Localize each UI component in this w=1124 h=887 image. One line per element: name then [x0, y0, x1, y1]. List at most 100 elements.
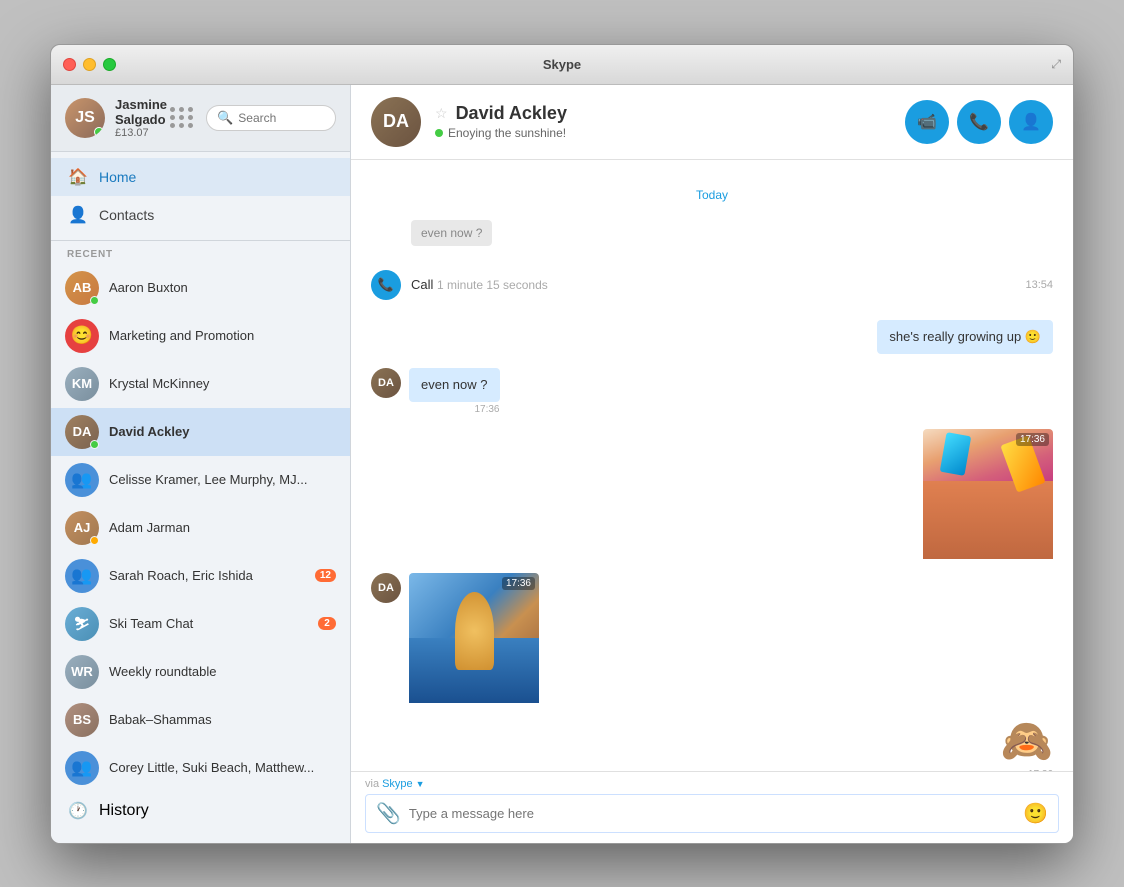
avatar: WR	[65, 655, 99, 689]
date-label: Today	[686, 188, 738, 202]
status-dot-away	[90, 536, 99, 545]
emoji-sticker: 🙈	[1001, 717, 1053, 764]
avatar: 👥	[65, 559, 99, 593]
recent-item[interactable]: 👥 Corey Little, Suki Beach, Matthew...	[51, 744, 350, 792]
avatar: 😊	[65, 319, 99, 353]
date-divider: Today	[371, 186, 1053, 204]
app-body: JS Jasmine Salgado £13.07	[51, 85, 1073, 843]
search-bar[interactable]: 🔍	[206, 105, 336, 131]
search-icon: 🔍	[217, 110, 233, 126]
recent-name: Celisse Kramer, Lee Murphy, MJ...	[109, 472, 336, 487]
unread-badge: 2	[318, 617, 336, 630]
recent-name: Weekly roundtable	[109, 664, 336, 679]
video-icon: 📹	[917, 112, 937, 132]
user-avatar: JS	[65, 98, 105, 138]
title-bar: Skype ⤢	[51, 45, 1073, 85]
recent-item[interactable]: 👥 Sarah Roach, Eric Ishida 12	[51, 552, 350, 600]
favorite-star-icon[interactable]: ☆	[435, 105, 448, 122]
user-info: Jasmine Salgado £13.07	[115, 97, 170, 139]
resize-icon: ⤢	[1051, 57, 1061, 72]
recent-name: Sarah Roach, Eric Ishida	[109, 568, 315, 583]
recent-item[interactable]: 😊 Marketing and Promotion	[51, 312, 350, 360]
app-window: Skype ⤢ JS Jasmine Salgado £13.07	[50, 44, 1074, 844]
message-input[interactable]	[409, 806, 1023, 821]
recent-label: RECENT	[51, 241, 350, 264]
system-bubble: even now ?	[411, 220, 492, 246]
message-row-sent: she's really growing up 🙂	[371, 320, 1053, 354]
recent-name: Aaron Buxton	[109, 280, 336, 295]
call-duration: 1 minute 15 seconds	[437, 278, 548, 292]
call-label: Call	[411, 277, 437, 292]
recent-item[interactable]: ⛷ Ski Team Chat 2	[51, 600, 350, 648]
message-input-row: 📎 🙂	[365, 794, 1059, 833]
image-time: 17:36	[1016, 433, 1049, 446]
recent-item[interactable]: BS Babak–Shammas	[51, 696, 350, 744]
chat-header: DA ☆ David Ackley Enoying the sunshine! …	[351, 85, 1073, 160]
image-thumbnail[interactable]	[923, 429, 1053, 559]
msg-sender-avatar: DA	[371, 368, 401, 398]
history-label: History	[99, 802, 149, 820]
history-icon: 🕐	[67, 800, 89, 822]
history-item[interactable]: 🕐 History	[51, 792, 350, 830]
call-time: 13:54	[1025, 279, 1053, 291]
recent-name: Marketing and Promotion	[109, 328, 336, 343]
emoji-button[interactable]: 🙂	[1023, 801, 1048, 826]
avatar: AB	[65, 271, 99, 305]
chat-contact-avatar: DA	[371, 97, 421, 147]
image-thumbnail[interactable]	[409, 573, 539, 703]
paperclip-icon: 📎	[376, 803, 401, 825]
phone-icon: 📞	[969, 112, 989, 132]
recent-item[interactable]: AB Aaron Buxton	[51, 264, 350, 312]
image-time: 17:36	[502, 577, 535, 590]
contact-online-dot	[435, 129, 443, 137]
nav-section: 🏠 Home 👤 Contacts	[51, 152, 350, 241]
home-icon: 🏠	[67, 166, 89, 188]
chat-input-area: via Skype ▼ 📎 🙂	[351, 771, 1073, 843]
avatar: 👥	[65, 463, 99, 497]
recent-list: AB Aaron Buxton 😊 Marketing and Promotio…	[51, 264, 350, 843]
nav-item-home[interactable]: 🏠 Home	[51, 158, 350, 196]
contacts-label: Contacts	[99, 207, 154, 223]
minimize-button[interactable]	[83, 58, 96, 71]
sidebar: JS Jasmine Salgado £13.07	[51, 85, 351, 843]
emoji-sticker-row: 🙈 17:36	[371, 717, 1053, 766]
message-bubble: she's really growing up 🙂	[877, 320, 1053, 354]
contacts-icon: 👤	[67, 204, 89, 226]
recent-item[interactable]: AJ Adam Jarman	[51, 504, 350, 552]
user-profile: JS Jasmine Salgado £13.07	[51, 85, 350, 152]
user-online-dot	[94, 127, 104, 137]
call-record: 📞 Call 1 minute 15 seconds 13:54	[371, 264, 1053, 306]
video-call-button[interactable]: 📹	[905, 100, 949, 144]
nav-item-contacts[interactable]: 👤 Contacts	[51, 196, 350, 234]
via-skype: Skype	[382, 778, 413, 790]
maximize-button[interactable]	[103, 58, 116, 71]
message-row-received: DA even now ? 17:36	[371, 368, 1053, 415]
message-bubble: even now ?	[409, 368, 500, 402]
add-contact-button[interactable]: 👤	[1009, 100, 1053, 144]
unread-badge: 12	[315, 569, 336, 582]
header-actions: 📹 📞 👤	[905, 100, 1053, 144]
status-dot-online	[90, 296, 99, 305]
chat-contact-name: David Ackley	[456, 103, 567, 124]
search-input[interactable]	[238, 111, 325, 125]
close-button[interactable]	[63, 58, 76, 71]
avatar: 👥	[65, 751, 99, 785]
recent-item[interactable]: WR Weekly roundtable	[51, 648, 350, 696]
recent-item-david-ackley[interactable]: DA David Ackley	[51, 408, 350, 456]
recent-item[interactable]: KM Krystal McKinney	[51, 360, 350, 408]
dropdown-arrow[interactable]: ▼	[416, 779, 425, 789]
voice-call-button[interactable]: 📞	[957, 100, 1001, 144]
user-credit: £13.07	[115, 127, 170, 139]
avatar: AJ	[65, 511, 99, 545]
via-label: via Skype ▼	[365, 778, 1059, 790]
user-name: Jasmine Salgado	[115, 97, 170, 127]
home-label: Home	[99, 169, 136, 185]
attach-button[interactable]: 📎	[376, 801, 401, 826]
recent-name: Krystal McKinney	[109, 376, 336, 391]
dot-grid-icon[interactable]	[170, 107, 194, 128]
sent-image-row: 17:36	[371, 429, 1053, 559]
recent-name: Babak–Shammas	[109, 712, 336, 727]
recent-item[interactable]: 👥 Celisse Kramer, Lee Murphy, MJ...	[51, 456, 350, 504]
system-message: even now ?	[411, 220, 1053, 254]
main-chat: DA ☆ David Ackley Enoying the sunshine! …	[351, 85, 1073, 843]
